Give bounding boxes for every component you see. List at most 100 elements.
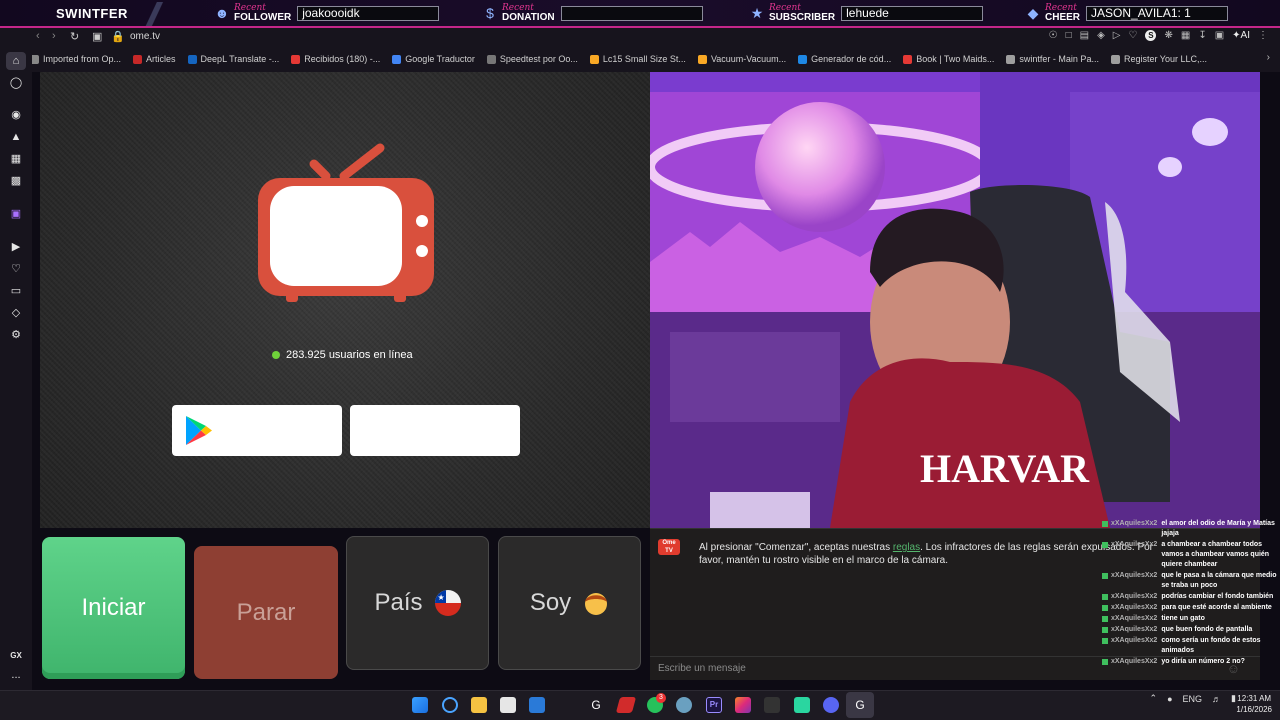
forward-icon[interactable]: › [52,30,56,42]
bookmark-item[interactable]: Generador de cód... [798,54,891,64]
bookmark-item[interactable]: Imported from Op... [30,54,121,64]
more-icon[interactable]: ... [9,668,23,682]
bookmark-item[interactable]: Book | Two Maids... [903,54,994,64]
chat-badge-icon [1102,542,1108,548]
bookmark-label: Imported from Op... [43,54,122,64]
play-icon[interactable]: ▷ [1113,30,1121,41]
chat-badge-icon [1102,605,1108,611]
url-text[interactable]: ome.tv [130,31,160,42]
gamepad-icon[interactable]: ◯ [9,76,23,90]
box-icon[interactable]: ▩ [9,174,23,188]
bookmark-favicon-icon [697,54,707,64]
rules-link[interactable]: reglas [893,542,920,553]
bookmark-item[interactable]: swintfer - Main Pa... [1006,54,1099,64]
browser-app-icon[interactable] [676,697,692,713]
download-icon[interactable]: ↧ [1198,30,1206,41]
reload-icon[interactable]: ↻ [70,30,79,43]
bookmark-favicon-icon [392,54,402,64]
windows-taskbar [0,690,1280,720]
bookmark-label: swintfer - Main Pa... [1019,54,1099,64]
bookmark-item[interactable]: Speedtest por Oo... [486,54,578,64]
chat-text: como sería un fondo de estos animados [1161,637,1261,654]
chat-placeholder: Escribe un mensaje [658,663,746,674]
outlook-icon[interactable] [529,697,545,713]
subscriber-value: lehuede [841,5,984,21]
bookmark-item[interactable]: Google Traductor [392,54,475,64]
cube-icon[interactable]: ◇ [9,306,23,320]
search-icon[interactable] [442,697,458,713]
gx-label[interactable]: GX [9,649,23,663]
bookmark-favicon-icon [798,54,808,64]
speaker-icon[interactable]: ♬ [1212,694,1221,704]
bookmark-item[interactable]: Lc15 Small Size St... [589,54,686,64]
bookmark-item[interactable]: Articles [133,54,176,64]
bookmark-item[interactable]: Vacuum-Vacuum... [697,54,786,64]
camera-snap-icon[interactable]: ▣ [1215,30,1224,41]
chevron-up-icon[interactable]: ⌃ [1150,693,1158,704]
chat-line: xXAquilesXx2 como sería un fondo de estos… [1100,636,1280,656]
bookmark-favicon-icon [486,54,496,64]
discord-icon[interactable] [823,697,839,713]
chat-app-icon[interactable] [794,697,810,713]
stop-button[interactable]: Parar [194,546,338,679]
file-explorer-icon[interactable] [471,697,487,713]
pin-icon[interactable]: ☉ [1049,30,1058,41]
chat-username: xXAquilesXx2 [1111,658,1158,665]
ai-button[interactable]: ✦AI [1232,30,1250,41]
heart-icon[interactable]: ♡ [9,262,23,276]
player-icon[interactable]: ▶ [9,240,23,254]
gender-label: Soy [529,589,572,616]
camera-icon[interactable]: ▣ [92,30,102,43]
sidebar-icon[interactable]: ▤ [1080,30,1089,41]
crop-icon[interactable]: □ [1066,30,1072,41]
webcam-video-pane: HARVAR [650,72,1260,528]
google-play-button[interactable] [172,405,342,456]
bookmarks-more-icon[interactable]: › [1267,52,1270,63]
store-icon[interactable] [500,697,516,713]
settings-icon[interactable]: ⚙ [9,328,23,342]
system-tray: ⌃ ● ENG ♬ ▮ [1150,693,1236,704]
puzzle-icon[interactable]: ❋ [1164,30,1172,41]
premiere-icon[interactable]: Pr [706,697,722,713]
app-store-button[interactable] [350,405,520,456]
extension-s-icon[interactable]: S [1145,30,1157,41]
home-icon[interactable]: ⌂ [9,54,23,68]
star-icon: ★ [750,5,764,21]
windows-start-icon[interactable] [412,697,428,713]
cheer-value: JASON_AVILA1: 1 [1086,5,1229,21]
heart-icon[interactable]: ♡ [1129,30,1138,41]
start-button[interactable]: Iniciar [42,537,185,679]
back-icon[interactable]: ‹ [36,30,40,42]
bookmark-item[interactable]: DeepL Translate -... [187,54,279,64]
twitch-icon[interactable]: ▣ [9,207,23,221]
messenger-icon[interactable]: ◉ [9,108,23,122]
notes-icon[interactable]: ▭ [9,284,23,298]
opera-gx-icon[interactable]: G [588,697,604,713]
box-icon[interactable]: ▦ [1181,30,1190,41]
tinder-icon[interactable]: ▲ [9,130,23,144]
chile-flag-icon: ★ [434,590,461,616]
language-indicator[interactable]: ENG [1183,694,1203,704]
svg-text:HARVAR: HARVAR [920,446,1090,491]
brand-name: SWINTFER [56,6,128,21]
bookmark-item[interactable]: Register Your LLC,... [1110,54,1207,64]
battery-icon[interactable]: ▮ [1231,693,1236,704]
app-icon[interactable] [764,697,780,713]
recent-follower: ☻ Recent FOLLOWER joakoooidk [214,2,440,24]
chat-line: xXAquilesXx2 el amor del odio de María y … [1100,519,1280,539]
bookmark-label: Generador de cód... [811,54,892,64]
microphone-icon[interactable]: ● [1167,694,1172,704]
system-clock[interactable]: 12:31 AM 1/16/2026 [1236,693,1272,715]
instagram-icon[interactable] [735,697,751,713]
image-icon[interactable]: ▦ [9,152,23,166]
ome-splash-pane [40,72,650,528]
opera-gx-active-icon[interactable]: G [852,697,868,713]
bookmark-item[interactable]: Recibidos (180) -... [291,54,380,64]
chat-badge-icon [1102,594,1108,600]
shield-icon[interactable]: ◈ [1097,30,1105,41]
diamond-icon: ◆ [1027,5,1039,21]
country-button[interactable]: País ★ [346,536,489,670]
gender-button[interactable]: Soy [498,536,641,670]
chat-text: tiene un gato [1161,615,1205,622]
menu-icon[interactable]: ⋮ [1258,30,1268,41]
